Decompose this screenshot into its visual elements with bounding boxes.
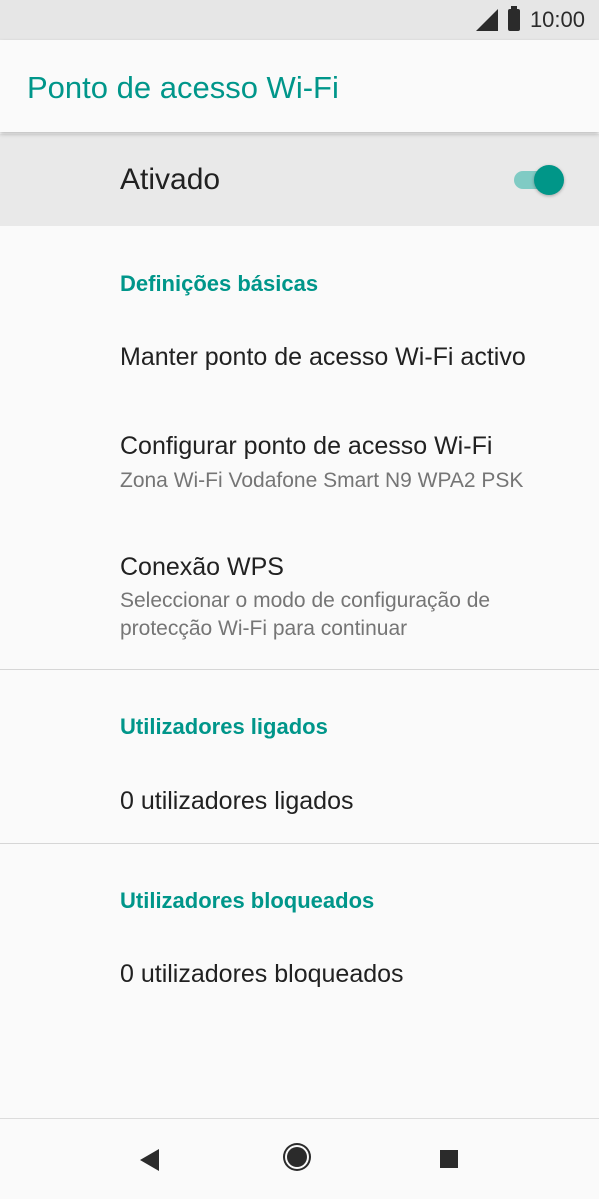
section-header-basic: Definições básicas [120,271,319,296]
switch-thumb [534,165,564,195]
home-icon[interactable] [287,1147,307,1167]
list-item-blocked-users[interactable]: 0 utilizadores bloqueados [0,933,599,1013]
back-icon[interactable] [140,1149,159,1171]
list-item-connected-users[interactable]: 0 utilizadores ligados [0,760,599,840]
clock: 10:00 [529,7,585,32]
item-title: Configurar ponto de acesso Wi-Fi [120,432,493,460]
divider [0,843,599,844]
section-header-connected: Utilizadores ligados [120,714,328,739]
hotspot-switch[interactable] [512,165,568,195]
item-title: Manter ponto de acesso Wi-Fi activo [120,343,526,371]
toggle-label: Ativado [120,163,221,196]
item-title: 0 utilizadores ligados [120,787,354,815]
list-item-configure-hotspot[interactable]: Configurar ponto de acesso Wi-Fi Zona Wi… [0,405,599,505]
divider [0,669,599,670]
signal-icon [475,9,498,31]
section-header-blocked: Utilizadores bloqueados [120,888,375,913]
list-item-wps-connection[interactable]: Conexão WPS Seleccionar o modo de config… [0,525,599,665]
item-summary: Zona Wi-Fi Vodafone Smart N9 WPA2 PSK [120,469,524,492]
page-title: Ponto de acesso Wi-Fi [27,70,339,105]
battery-icon [507,6,520,31]
recents-icon[interactable] [440,1150,458,1168]
item-title: 0 utilizadores bloqueados [120,960,404,988]
item-summary: Seleccionar o modo de configuração de pr… [120,589,491,640]
navigation-bar [0,1118,599,1199]
hotspot-toggle-row[interactable]: Ativado [0,134,599,226]
item-title: Conexão WPS [120,553,284,581]
status-icons: 10:00 [475,0,585,40]
list-item-keep-hotspot-active[interactable]: Manter ponto de acesso Wi-Fi activo [0,316,599,398]
status-bar: 10:00 [0,0,599,40]
app-bar: Ponto de acesso Wi-Fi [0,40,599,132]
